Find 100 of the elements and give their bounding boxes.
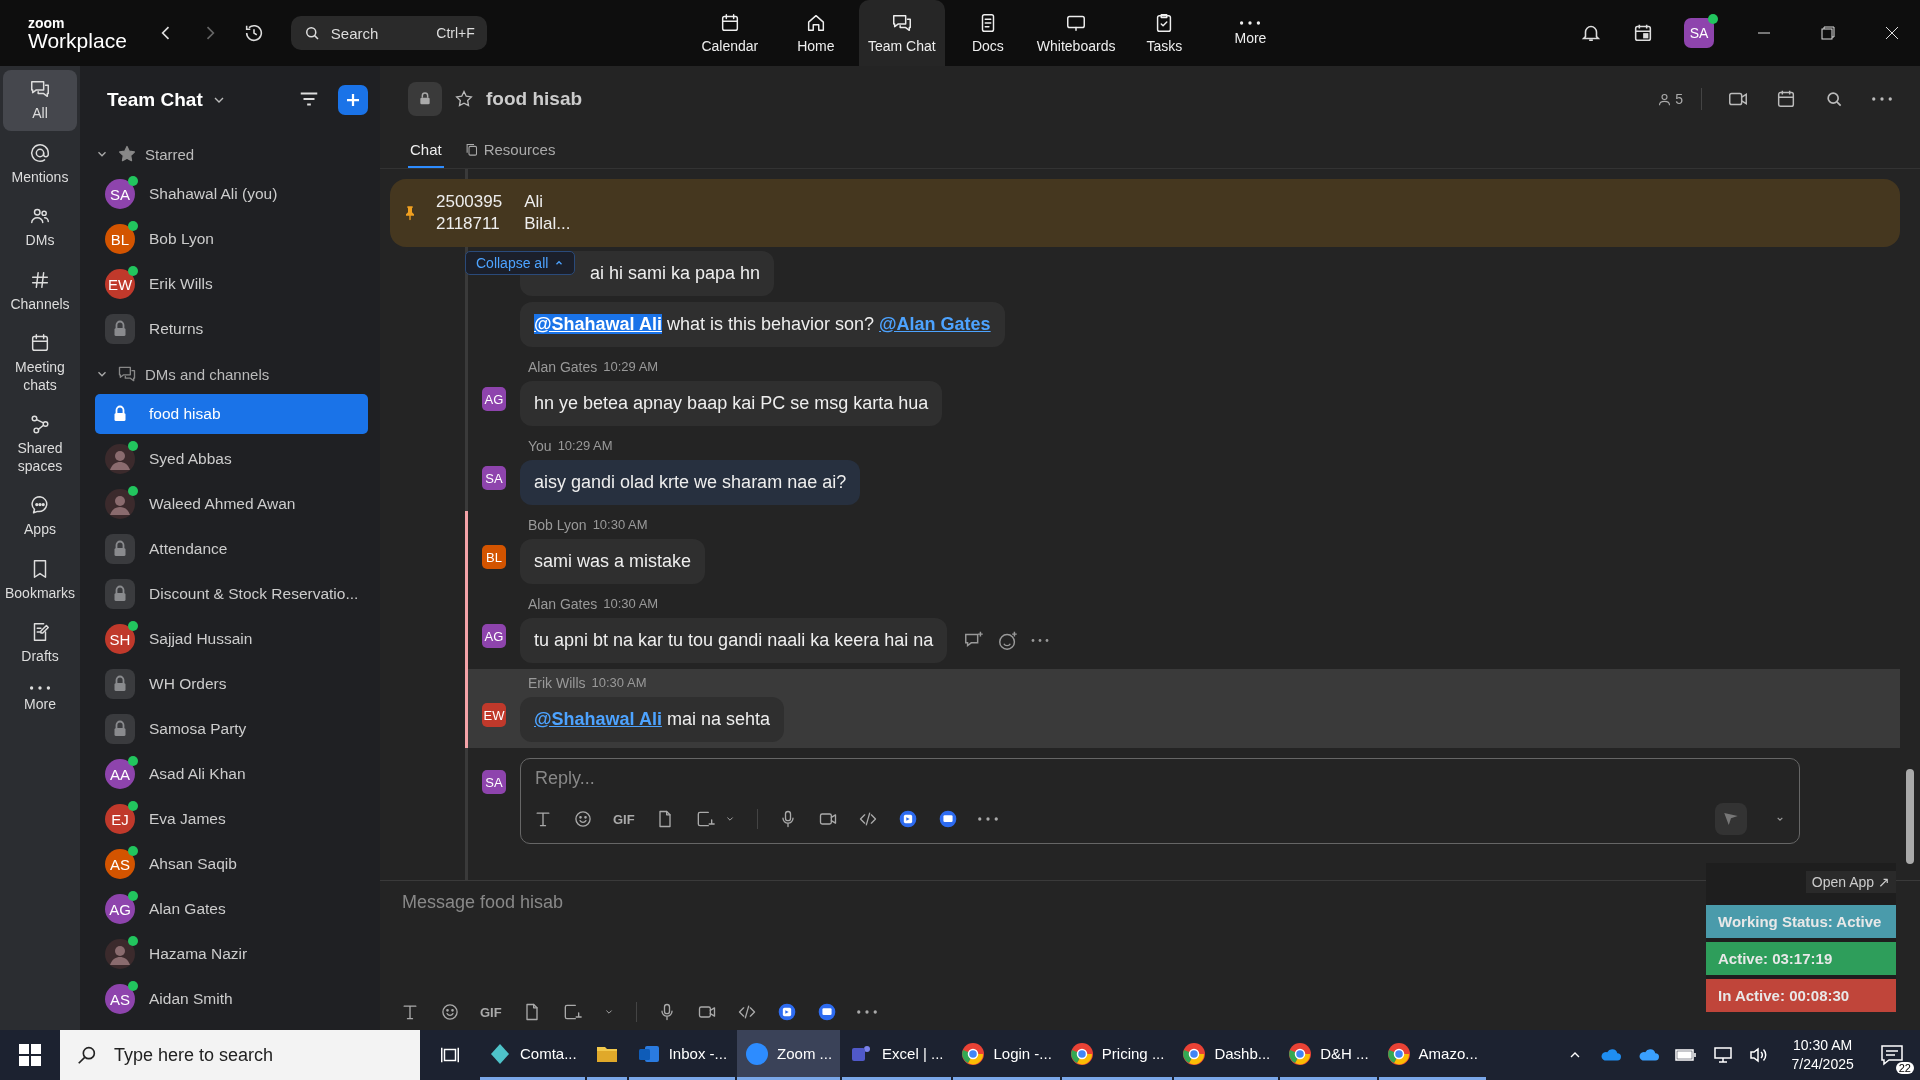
rail-tab[interactable]: Mentions: [3, 133, 77, 194]
collapse-all-button[interactable]: Collapse all: [465, 251, 576, 275]
taskbar-clock[interactable]: 10:30 AM 7/24/2025: [1777, 1036, 1868, 1074]
at-sign-icon: [29, 141, 51, 164]
taskbar-app[interactable]: D&H ...: [1280, 1030, 1377, 1080]
chat-name: Erik Wills: [149, 275, 213, 293]
nav-tab[interactable]: Whiteboards: [1030, 0, 1122, 66]
chat-tab[interactable]: Resources: [461, 132, 558, 168]
taskbar-app[interactable]: Zoom ...: [737, 1030, 841, 1080]
rail-tab[interactable]: All: [3, 70, 77, 131]
avatar: EJ: [105, 804, 135, 834]
rail-tab[interactable]: More: [3, 676, 77, 721]
avatar: BL: [482, 545, 506, 569]
browser-icon: [1288, 1041, 1313, 1066]
chat-name: WH Orders: [149, 675, 227, 693]
chat-list-item[interactable]: BL Bob Lyon: [95, 219, 368, 259]
emoji-icon[interactable]: [997, 629, 1020, 652]
avatar: AA: [105, 759, 135, 789]
rail-tab[interactable]: Bookmarks: [3, 549, 77, 610]
gif-button[interactable]: GIF: [613, 811, 635, 827]
chat-list-item[interactable]: Returns: [95, 309, 368, 349]
chat-name: Shahawal Ali (you): [149, 185, 278, 203]
status-bar: In Active: 00:08:30: [1706, 979, 1896, 1012]
chat-tab[interactable]: Chat: [408, 132, 444, 168]
chat-list-item[interactable]: EW Erik Wills: [95, 264, 368, 304]
chat-list-item[interactable]: Samosa Party: [95, 709, 368, 749]
nav-tab[interactable]: Calendar: [686, 0, 773, 66]
chat-list-item[interactable]: SA Shahawal Ali (you): [95, 174, 368, 214]
chat-list-item[interactable]: AA Asad Ali Khan: [95, 754, 368, 794]
chat-list-item[interactable]: SH Sajjad Hussain: [95, 619, 368, 659]
chat-name: Eva James: [149, 810, 226, 828]
taskbar-app[interactable]: Login -...: [953, 1030, 1060, 1080]
lock-icon: [105, 314, 135, 344]
nav-tab[interactable]: Docs: [944, 0, 1031, 66]
calendar-icon: [29, 332, 51, 354]
panel-title[interactable]: Team Chat: [107, 89, 203, 111]
search-icon: [76, 1044, 98, 1066]
taskbar-app[interactable]: Comta...: [480, 1030, 585, 1080]
chat-name: Returns: [149, 320, 204, 338]
user-avatar[interactable]: SA: [1684, 18, 1714, 48]
avatar: EW: [105, 269, 135, 299]
send-button[interactable]: [1715, 803, 1747, 835]
gif-button[interactable]: GIF: [480, 1004, 502, 1020]
sender-name: Bob Lyon: [528, 517, 587, 533]
scrollbar[interactable]: [1906, 769, 1914, 864]
status-bar: Working Status: Active: [1706, 905, 1896, 938]
pinned-number: 2118711: [436, 213, 501, 235]
taskbar-search-field[interactable]: Type here to search: [60, 1030, 420, 1080]
rail-tab[interactable]: Channels: [3, 260, 77, 321]
taskbar-app[interactable]: Dashb...: [1174, 1030, 1279, 1080]
members-count[interactable]: 5: [1657, 91, 1683, 107]
rail-tab[interactable]: Apps: [3, 486, 77, 547]
nav-tab[interactable]: Home: [772, 0, 859, 66]
chat-list-item[interactable]: Waleed Ahmed Awan: [95, 484, 368, 524]
app-icon: [816, 1002, 837, 1022]
chat-list-item[interactable]: Hazama Nazir: [95, 934, 368, 974]
search-field[interactable]: Search Ctrl+F: [290, 16, 487, 50]
star-outline-icon[interactable]: [454, 89, 474, 109]
reply-field[interactable]: Reply... GIF: [520, 758, 1800, 844]
sender-name: Erik Wills: [528, 675, 586, 691]
chat-list-item[interactable]: Syed Abbas: [95, 439, 368, 479]
rail-tab[interactable]: Meeting chats: [3, 324, 77, 402]
nodes-icon: [29, 413, 51, 435]
browser-icon: [961, 1041, 986, 1066]
rail-tab[interactable]: Shared spaces: [3, 405, 77, 483]
more-icon[interactable]: [1031, 638, 1050, 643]
nav-tab[interactable]: More: [1207, 0, 1294, 66]
clock-date: 7/24/2025: [1791, 1055, 1854, 1074]
chat-list-item[interactable]: Attendance: [95, 529, 368, 569]
message-bubble: hn ye betea apnay baap kai PC se msg karta hua: [520, 381, 943, 426]
chat-list-item[interactable]: WH Orders: [95, 664, 368, 704]
browser-icon: [1182, 1041, 1207, 1066]
avatar: AG: [482, 624, 506, 648]
new-chat-button[interactable]: [338, 85, 368, 115]
avatar: AG: [105, 894, 135, 924]
taskbar-app[interactable]: Amazo...: [1378, 1030, 1486, 1080]
chat-list-item[interactable]: AS Aidan Smith: [95, 979, 368, 1019]
open-app-button[interactable]: Open App ↗: [1805, 871, 1896, 893]
nav-tab[interactable]: Team Chat: [858, 0, 945, 66]
section-title[interactable]: DMs and channels: [145, 365, 270, 383]
taskbar-app[interactable]: Pricing ...: [1061, 1030, 1173, 1080]
taskbar-app[interactable]: Excel | ...: [842, 1030, 952, 1080]
chat-list-item[interactable]: EJ Eva James: [95, 799, 368, 839]
chat-list-item[interactable]: Discount & Stock Reservatio...: [95, 574, 368, 614]
chat-name: Alan Gates: [149, 900, 226, 918]
chat-list-item[interactable]: AS Ahsan Saqib: [95, 844, 368, 884]
more-icon: [1239, 20, 1262, 26]
rail-tab[interactable]: Drafts: [3, 613, 77, 674]
chat-list-item[interactable]: AG Alan Gates: [95, 889, 368, 929]
nav-tab[interactable]: Tasks: [1121, 0, 1208, 66]
message-bubble: @Shahawal Ali what is this behavior son? @Alan Gates: [520, 302, 1005, 347]
pinned-banner[interactable]: 2500395 Ali 2118711 Bilal...: [390, 179, 1900, 247]
sender-name: Alan Gates: [528, 596, 598, 612]
section-title[interactable]: Starred: [145, 145, 195, 163]
lock-icon: [105, 714, 135, 744]
taskbar-app[interactable]: Inbox -...: [628, 1030, 736, 1080]
chat-name: Asad Ali Khan: [149, 765, 246, 783]
chat-list-item[interactable]: food hisab: [95, 394, 368, 434]
person-icon: [1657, 91, 1673, 107]
rail-tab[interactable]: DMs: [3, 197, 77, 258]
